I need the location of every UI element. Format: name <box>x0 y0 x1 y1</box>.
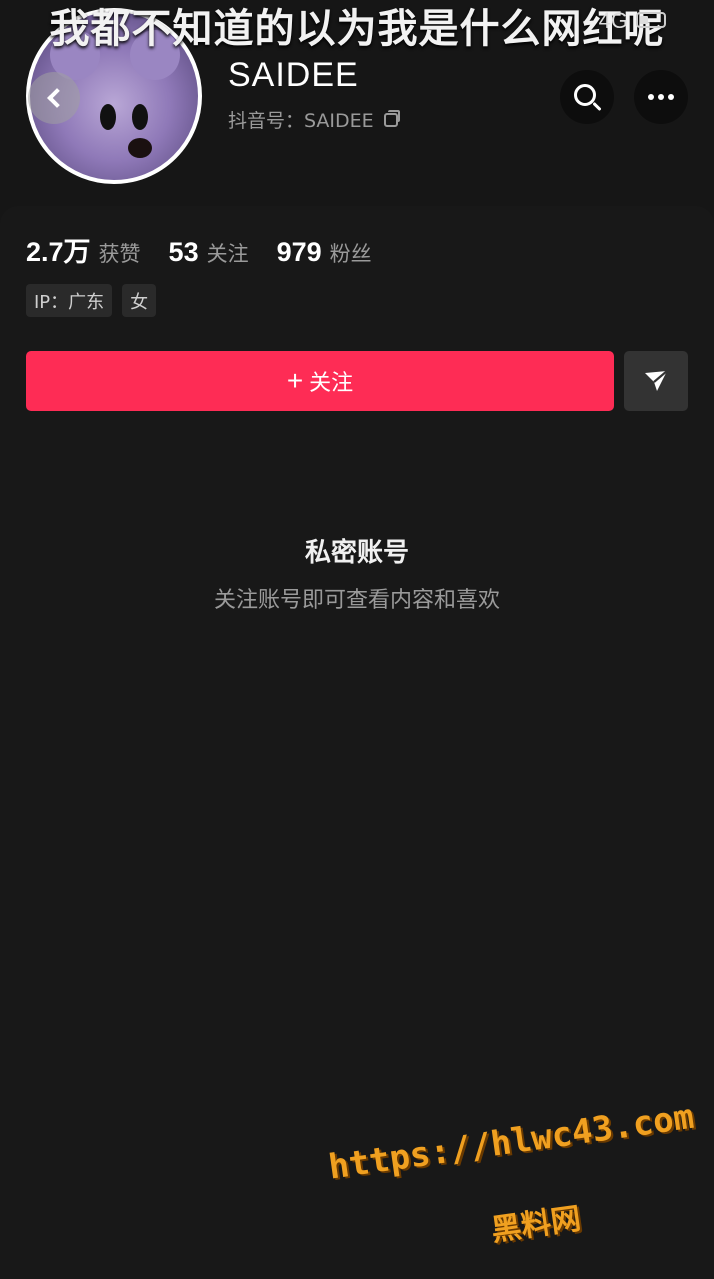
follow-label: 关注 <box>309 370 354 395</box>
private-account-title: 私密账号 <box>304 538 409 568</box>
search-button[interactable] <box>560 70 614 124</box>
avatar-nose <box>128 138 152 158</box>
plus-icon: + <box>286 365 304 396</box>
stat-followers[interactable]: 979 粉丝 <box>277 237 372 268</box>
back-button[interactable] <box>28 72 80 124</box>
battery-icon <box>636 12 666 28</box>
stat-likes[interactable]: 2.7万 获赞 <box>26 230 141 269</box>
follow-button[interactable]: + 关注 <box>26 351 614 411</box>
more-icon <box>648 94 674 100</box>
stat-likes-value: 2.7万 <box>26 237 91 267</box>
stat-following[interactable]: 53 关注 <box>169 237 249 268</box>
share-button[interactable] <box>624 351 688 411</box>
back-icon <box>47 88 67 108</box>
network-indicator: 4G <box>598 8 628 33</box>
avatar-eye-right <box>132 104 148 130</box>
profile-header: 我都不知道的以为我是什么网红呢 4G SAIDEE 抖音号：SAIDEE <box>0 0 714 200</box>
tag-gender: 女 <box>122 284 157 317</box>
stat-followers-label: 粉丝 <box>329 242 372 266</box>
stat-following-label: 关注 <box>206 242 249 266</box>
private-account-subtitle: 关注账号即可查看内容和喜欢 <box>213 588 500 613</box>
avatar-eye-left <box>100 104 116 130</box>
stat-following-value: 53 <box>168 237 199 267</box>
stat-followers-value: 979 <box>276 237 322 267</box>
search-icon <box>574 84 596 106</box>
more-button[interactable] <box>634 70 688 124</box>
profile-tags: IP：广东 女 <box>26 284 157 317</box>
stats-row: 2.7万 获赞 53 关注 979 粉丝 <box>26 230 400 269</box>
copy-icon[interactable] <box>383 109 400 127</box>
username: SAIDEE <box>228 56 359 94</box>
stat-likes-label: 获赞 <box>98 242 141 266</box>
douyin-id[interactable]: 抖音号：SAIDEE <box>228 106 400 133</box>
tag-ip-location: IP：广东 <box>26 284 113 317</box>
douyin-id-text: 抖音号：SAIDEE <box>228 110 374 132</box>
share-icon <box>645 370 668 391</box>
